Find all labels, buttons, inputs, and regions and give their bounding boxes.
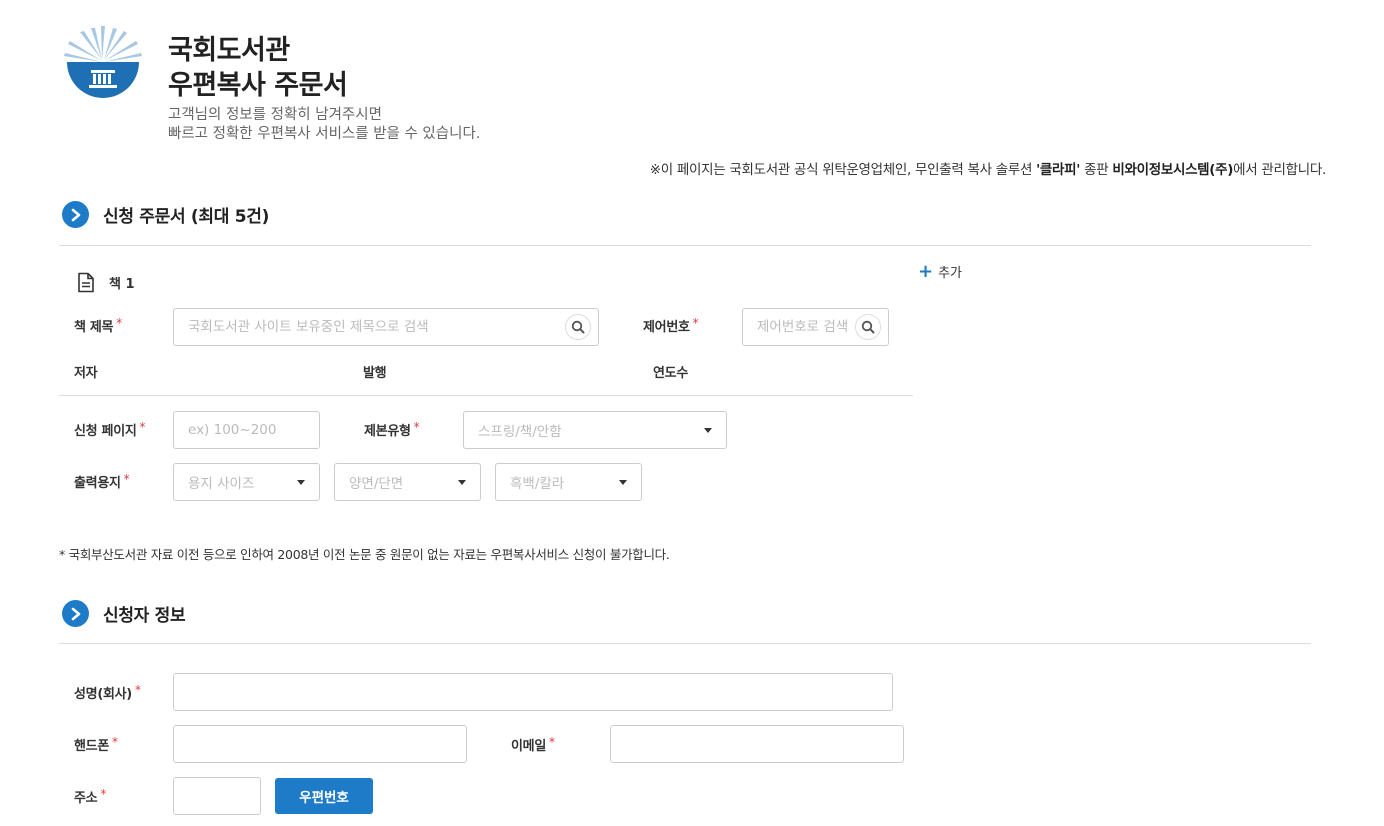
divider [59, 245, 1311, 246]
management-notice: ※이 페이지는 국회도서관 공식 위탁운영업체인, 무인출력 복사 솔루션 '클… [649, 158, 1327, 178]
book-header: 책 1 [77, 272, 135, 293]
duplex-select-value: 양면/단면 [349, 476, 404, 492]
search-icon [861, 320, 875, 334]
order-section-title: 신청 주문서 (최대 5건) [103, 207, 270, 227]
book-title-label: 책 제목 * [74, 316, 122, 335]
footnote: * 국회부산도서관 자료 이전 등으로 인하여 2008년 이전 논문 중 원문… [59, 547, 670, 562]
page-title: 국회도서관 우편복사 주문서 [168, 33, 348, 103]
subtitle-line-2: 빠르고 정확한 우편복사 서비스를 받을 수 있습니다. [168, 126, 481, 142]
book-title-label-text: 책 제목 [74, 320, 114, 335]
notice-prefix: ※이 페이지는 국회도서관 공식 위탁운영업체인, 무인출력 복사 솔루션 [649, 162, 1037, 178]
divider [59, 395, 913, 396]
chevron-right-icon [62, 600, 89, 627]
zipcode-input[interactable] [173, 777, 261, 815]
paper-label-text: 출력용지 [74, 476, 121, 491]
book-title-search-button[interactable] [565, 314, 591, 340]
author-label: 저자 [74, 366, 98, 381]
name-label: 성명(회사) * [74, 683, 141, 702]
page-subtitle: 고객님의 정보를 정확히 남겨주시면 빠르고 정확한 우편복사 서비스를 받을 … [168, 106, 480, 144]
required-mark: * [134, 683, 141, 697]
pages-label: 신청 페이지 * [74, 420, 146, 439]
book-title-input[interactable] [173, 308, 599, 346]
plus-icon: + [918, 260, 934, 282]
applicant-section-header: 신청자 정보 [62, 600, 186, 627]
add-label: 추가 [938, 266, 963, 281]
duplex-select[interactable]: 양면/단면 [334, 463, 481, 501]
notice-mid: 종판 [1080, 162, 1113, 178]
divider [59, 643, 1311, 644]
publisher-label: 발행 [363, 366, 387, 381]
caret-down-icon [297, 479, 305, 485]
pages-input[interactable] [173, 411, 320, 449]
chevron-right-icon [62, 201, 89, 228]
paper-size-select-value: 용지 사이즈 [188, 476, 255, 492]
book-label: 책 1 [109, 277, 135, 292]
control-no-label: 제어번호 * [643, 316, 699, 335]
email-input[interactable] [610, 725, 904, 763]
applicant-section-title: 신청자 정보 [103, 606, 186, 626]
color-select-value: 흑백/칼라 [510, 476, 565, 492]
binding-label-text: 제본유형 [364, 424, 411, 439]
caret-down-icon [619, 479, 627, 485]
address-label-text: 주소 [74, 791, 98, 806]
library-logo [64, 26, 142, 100]
year-label: 연도수 [653, 366, 688, 381]
phone-input[interactable] [173, 725, 467, 763]
pages-label-text: 신청 페이지 [74, 424, 137, 439]
title-line-2: 우편복사 주문서 [168, 70, 348, 101]
caret-down-icon [458, 479, 466, 485]
order-section-header: 신청 주문서 (최대 5건) [62, 201, 269, 228]
required-mark: * [548, 735, 555, 749]
binding-label: 제본유형 * [364, 420, 420, 439]
color-select[interactable]: 흑백/칼라 [495, 463, 642, 501]
email-label: 이메일 * [511, 735, 555, 754]
name-label-text: 성명(회사) [74, 687, 132, 702]
binding-select[interactable]: 스프링/책/안함 [463, 411, 727, 449]
phone-label-text: 핸드폰 [74, 739, 109, 754]
phone-label: 핸드폰 * [74, 735, 118, 754]
name-input[interactable] [173, 673, 893, 711]
notice-brand: '클라피' [1036, 162, 1081, 178]
email-label-text: 이메일 [511, 739, 546, 754]
required-mark: * [692, 316, 699, 330]
notice-suffix: 에서 관리합니다. [1233, 162, 1326, 178]
title-line-1: 국회도서관 [168, 35, 290, 66]
required-mark: * [100, 787, 107, 801]
required-mark: * [116, 316, 122, 330]
binding-select-value: 스프링/책/안함 [478, 424, 562, 440]
subtitle-line-1: 고객님의 정보를 정확히 남겨주시면 [168, 107, 382, 123]
required-mark: * [413, 420, 420, 434]
control-no-search-button[interactable] [855, 314, 881, 340]
required-mark: * [111, 735, 118, 749]
address-label: 주소 * [74, 787, 106, 806]
search-icon [571, 320, 585, 334]
required-mark: * [123, 472, 130, 486]
add-book-button[interactable]: + 추가 [918, 262, 962, 281]
zipcode-search-button[interactable]: 우편번호 [275, 778, 373, 814]
control-no-label-text: 제어번호 [643, 320, 690, 335]
document-icon [78, 272, 94, 293]
paper-label: 출력용지 * [74, 472, 130, 491]
paper-size-select[interactable]: 용지 사이즈 [173, 463, 320, 501]
required-mark: * [139, 420, 146, 434]
caret-down-icon [704, 427, 712, 433]
notice-company: 비와이정보시스템(주) [1112, 162, 1234, 178]
